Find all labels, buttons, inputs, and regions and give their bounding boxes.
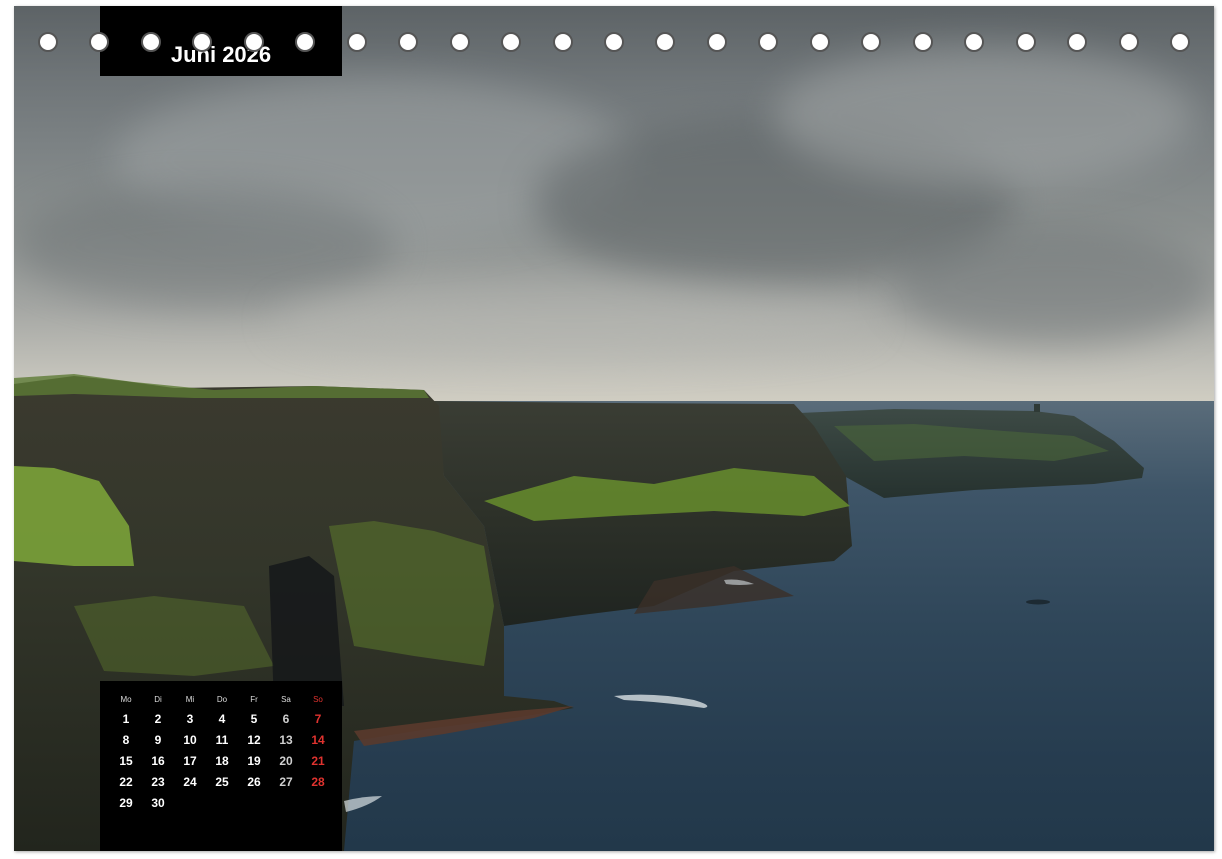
binding-hole bbox=[861, 32, 881, 52]
binding-hole bbox=[141, 32, 161, 52]
weekday-header: Sa bbox=[281, 695, 291, 704]
calendar-day: 14 bbox=[311, 733, 325, 747]
calendar-day: 1 bbox=[122, 712, 130, 726]
calendar-day bbox=[270, 794, 302, 812]
calendar-day: 24 bbox=[183, 775, 197, 789]
calendar-day: 16 bbox=[151, 754, 165, 768]
binding-hole bbox=[1067, 32, 1087, 52]
weekday-header: Mo bbox=[120, 695, 132, 704]
calendar-day: 17 bbox=[183, 754, 197, 768]
calendar-day: 10 bbox=[183, 733, 197, 747]
calendar-day: 18 bbox=[215, 754, 229, 768]
calendar-day: 13 bbox=[279, 733, 293, 747]
binding-hole bbox=[398, 32, 418, 52]
calendar-day: 8 bbox=[122, 733, 130, 747]
weekday-header: Di bbox=[154, 695, 162, 704]
calendar-day: 22 bbox=[119, 775, 133, 789]
calendar-day bbox=[174, 794, 206, 812]
calendar-day: 19 bbox=[247, 754, 261, 768]
calendar-day bbox=[238, 794, 270, 812]
binding-hole bbox=[553, 32, 573, 52]
binding-hole bbox=[1016, 32, 1036, 52]
calendar-day: 5 bbox=[250, 712, 258, 726]
weekday-header: Do bbox=[216, 695, 228, 704]
calendar-day: 30 bbox=[151, 796, 165, 810]
binding-hole bbox=[1119, 32, 1139, 52]
binding-hole bbox=[192, 32, 212, 52]
weekday-header: Fr bbox=[250, 695, 258, 704]
calendar-day: 26 bbox=[247, 775, 261, 789]
calendar-grid: Mo Di Mi Do Fr Sa So 1 2 3 4 5 6 7 8 9 10 11 12 13 14 15 16 17 1… bbox=[110, 693, 332, 812]
binding-hole bbox=[810, 32, 830, 52]
weekday-header: So bbox=[313, 695, 323, 704]
binding-hole bbox=[964, 32, 984, 52]
binding-hole bbox=[347, 32, 367, 52]
calendar-day bbox=[302, 794, 334, 812]
calendar-day: 4 bbox=[218, 712, 226, 726]
calendar-day: 29 bbox=[119, 796, 133, 810]
calendar-day: 20 bbox=[279, 754, 293, 768]
calendar-day: 21 bbox=[311, 754, 325, 768]
binding-hole bbox=[758, 32, 778, 52]
calendar-day: 9 bbox=[154, 733, 162, 747]
binding-hole bbox=[655, 32, 675, 52]
calendar-day: 25 bbox=[215, 775, 229, 789]
binding-hole bbox=[913, 32, 933, 52]
calendar-day: 11 bbox=[215, 733, 229, 747]
calendar-day: 2 bbox=[154, 712, 162, 726]
weekday-header: Mi bbox=[185, 695, 195, 704]
calendar-day: 23 bbox=[151, 775, 165, 789]
binding-hole bbox=[1170, 32, 1190, 52]
binding-hole bbox=[38, 32, 58, 52]
binding-hole bbox=[707, 32, 727, 52]
binding-hole bbox=[89, 32, 109, 52]
calendar-day: 7 bbox=[314, 712, 322, 726]
calendar-day bbox=[206, 794, 238, 812]
binding-hole bbox=[244, 32, 264, 52]
calendar-day: 15 bbox=[119, 754, 133, 768]
binding-hole bbox=[501, 32, 521, 52]
binding-holes bbox=[0, 30, 1222, 56]
calendar-day: 12 bbox=[247, 733, 261, 747]
calendar-day: 3 bbox=[186, 712, 194, 726]
binding-hole bbox=[295, 32, 315, 52]
calendar-day: 28 bbox=[311, 775, 325, 789]
mini-calendar: Mo Di Mi Do Fr Sa So 1 2 3 4 5 6 7 8 9 10 11 12 13 14 15 16 17 1… bbox=[100, 681, 342, 851]
calendar-day: 27 bbox=[279, 775, 293, 789]
binding-hole bbox=[604, 32, 624, 52]
calendar-day: 6 bbox=[282, 712, 290, 726]
binding-hole bbox=[450, 32, 470, 52]
